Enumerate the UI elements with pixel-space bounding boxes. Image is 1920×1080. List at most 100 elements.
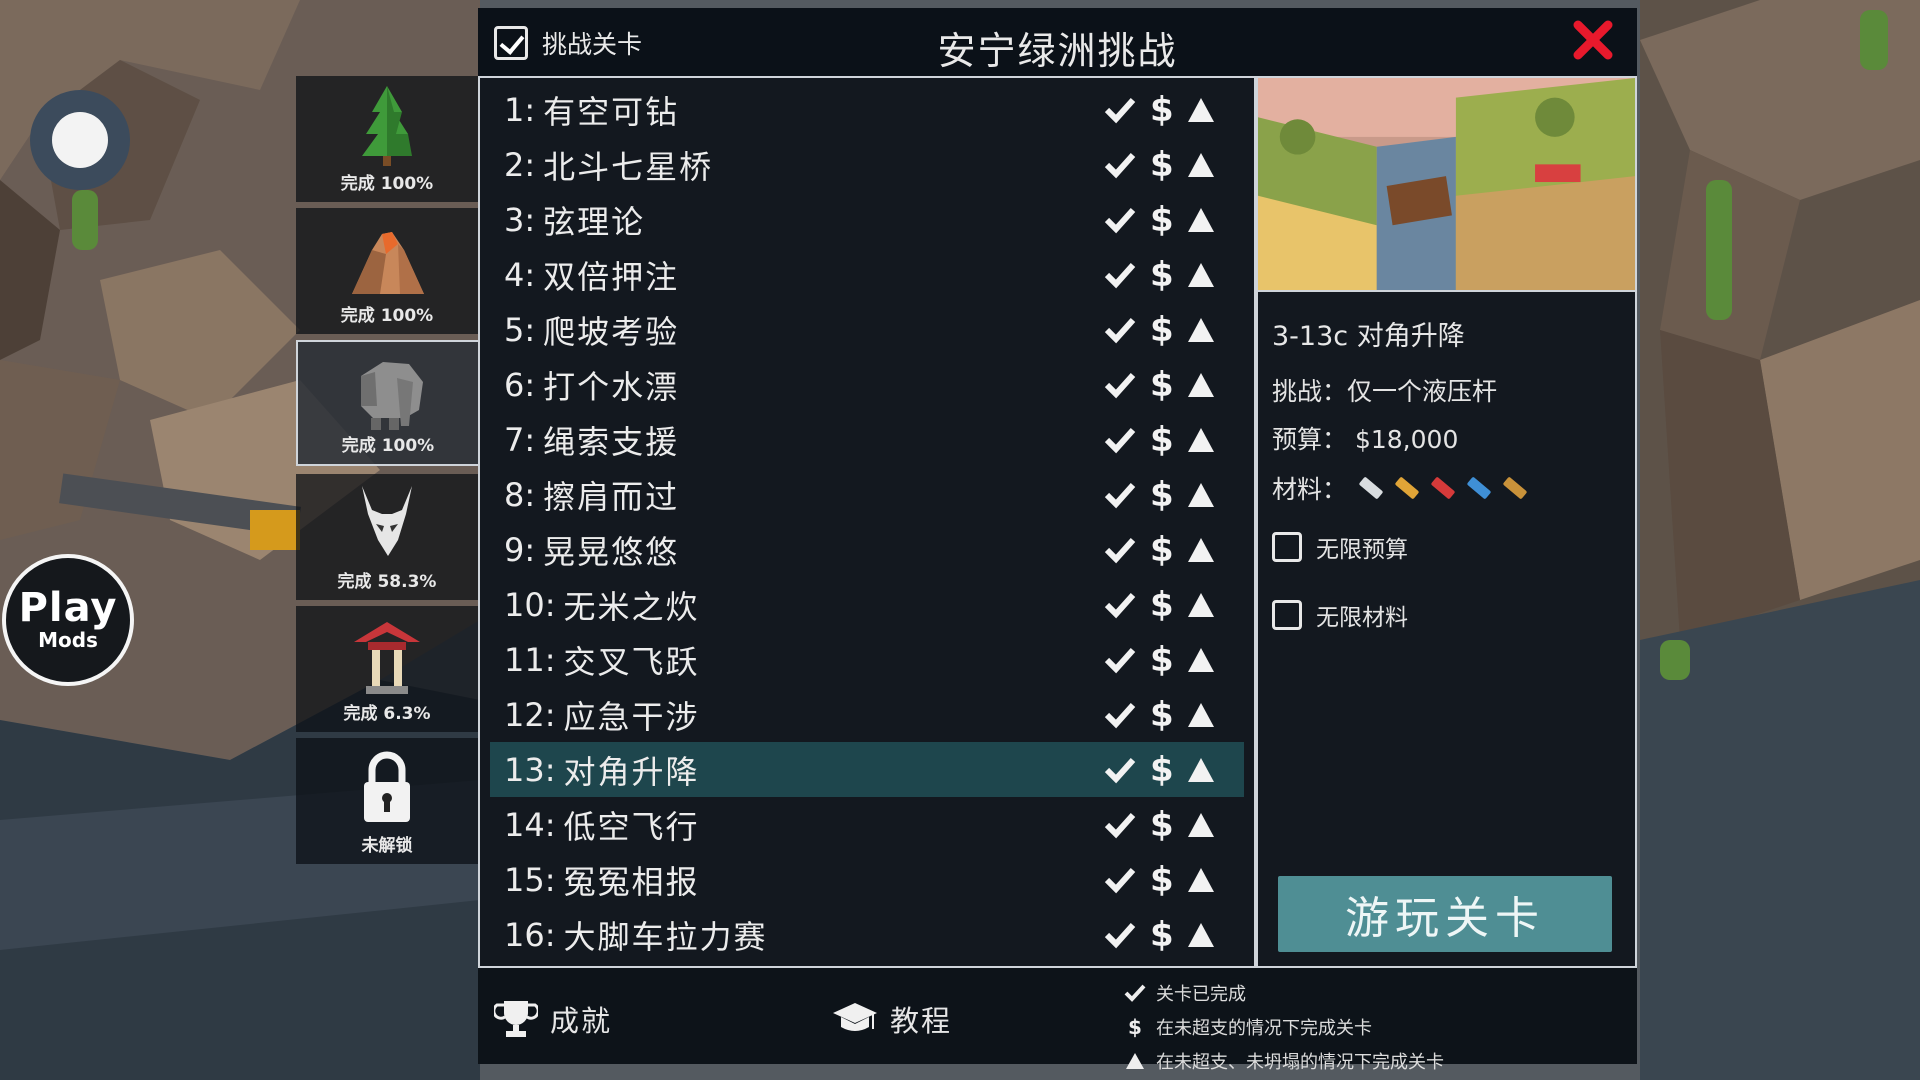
completed-check-icon xyxy=(1104,922,1136,948)
achievements-button[interactable]: 成就 xyxy=(494,998,612,1040)
under-budget-dollar-icon: $ xyxy=(1150,144,1174,185)
level-number: 8: xyxy=(504,475,536,514)
tutorial-button[interactable]: 教程 xyxy=(832,998,952,1040)
level-row[interactable]: 1: 有空可钻 $ xyxy=(490,82,1244,137)
level-row[interactable]: 13: 对角升降 $ xyxy=(490,742,1244,797)
level-row[interactable]: 14: 低空飞行 $ xyxy=(490,797,1244,852)
level-name: 擦肩而过 xyxy=(543,477,680,516)
world-tab-3[interactable]: 完成 100% xyxy=(296,340,478,466)
level-badges: $ xyxy=(1104,467,1216,522)
level-row[interactable]: 7: 绳索支援 $ xyxy=(490,412,1244,467)
unlimited-materials-option[interactable]: 无限材料 xyxy=(1272,598,1408,632)
unlimited-budget-option[interactable]: 无限预算 xyxy=(1272,530,1408,564)
budget-line: 预算： $18,000 xyxy=(1272,420,1458,456)
level-row[interactable]: 12: 应急干涉 $ xyxy=(490,687,1244,742)
trophy-icon xyxy=(494,1001,538,1037)
unlimited-materials-checkbox[interactable] xyxy=(1272,600,1302,630)
level-number: 12: xyxy=(504,695,556,734)
completed-check-icon xyxy=(1104,537,1136,563)
elephant-icon xyxy=(361,362,423,430)
level-row[interactable]: 5: 爬坡考验 $ xyxy=(490,302,1244,357)
playmods-logo-button[interactable]: Play Mods xyxy=(2,554,134,686)
completed-check-icon xyxy=(1104,647,1136,673)
playmods-logo-text: Play xyxy=(18,585,118,631)
no-collapse-triangle-icon xyxy=(1188,647,1214,672)
hud-toggle-button[interactable] xyxy=(30,90,130,190)
unlimited-budget-checkbox[interactable] xyxy=(1272,532,1302,562)
animal-skull-icon xyxy=(362,486,412,556)
level-name: 北斗七星桥 xyxy=(543,147,714,186)
under-budget-dollar-icon: $ xyxy=(1150,309,1174,350)
level-number: 2: xyxy=(504,145,536,184)
under-budget-dollar-icon: $ xyxy=(1150,89,1174,130)
selected-level-code: 3-13c xyxy=(1272,321,1349,352)
tutorial-label: 教程 xyxy=(890,1004,953,1038)
level-badges: $ xyxy=(1104,742,1216,797)
no-collapse-triangle-icon xyxy=(1188,317,1214,342)
world-tab-2[interactable]: 完成 100% xyxy=(296,208,478,334)
check-icon xyxy=(1124,984,1146,1002)
legend-row-completed: 关卡已完成 xyxy=(1124,976,1444,1010)
level-name: 无米之炊 xyxy=(563,587,700,626)
level-number: 10: xyxy=(504,585,556,624)
legend-row-no-collapse: 在未超支、未坍塌的情况下完成关卡 xyxy=(1124,1044,1444,1078)
completed-check-icon xyxy=(1104,592,1136,618)
level-number: 15: xyxy=(504,860,556,899)
unlimited-materials-label: 无限材料 xyxy=(1316,605,1408,631)
level-row[interactable]: 6: 打个水漂 $ xyxy=(490,357,1244,412)
dollar-icon: $ xyxy=(1128,1015,1142,1039)
playmods-logo-subtext: Mods xyxy=(38,628,98,652)
level-row[interactable]: 10: 无米之炊 $ xyxy=(490,577,1244,632)
completed-check-icon xyxy=(1104,427,1136,453)
completed-check-icon xyxy=(1104,207,1136,233)
challenge-levels-panel: 挑战关卡 安宁绿洲挑战 1: 有空可钻 $2: 北斗七星桥 $3: 弦理论 $4: 双倍押注 $… xyxy=(478,8,1637,1073)
level-name: 弦理论 xyxy=(543,202,646,241)
world-tab-1[interactable]: 完成 100% xyxy=(296,76,478,202)
no-collapse-triangle-icon xyxy=(1188,757,1214,782)
selected-level-name: 对角升降 xyxy=(1356,321,1465,352)
under-budget-dollar-icon: $ xyxy=(1150,749,1174,790)
close-icon[interactable] xyxy=(1571,18,1615,62)
legend-text: 关卡已完成 xyxy=(1156,984,1246,1005)
under-budget-dollar-icon: $ xyxy=(1150,254,1174,295)
no-collapse-triangle-icon xyxy=(1188,537,1214,562)
level-name: 打个水漂 xyxy=(543,367,680,406)
no-collapse-triangle-icon xyxy=(1188,867,1214,892)
level-name: 绳索支援 xyxy=(543,422,680,461)
world-progress-label: 完成 100% xyxy=(340,306,434,326)
level-badges: $ xyxy=(1104,412,1216,467)
graduation-cap-icon xyxy=(833,1003,877,1031)
world-tab-6-locked[interactable]: 未解锁 xyxy=(296,738,478,864)
level-row[interactable]: 9: 晃晃悠悠 $ xyxy=(490,522,1244,577)
legend-text: 在未超支的情况下完成关卡 xyxy=(1156,1018,1372,1039)
world-progress-label: 完成 6.3% xyxy=(343,704,431,724)
level-row[interactable]: 16: 大脚车拉力赛 $ xyxy=(490,907,1244,962)
level-badges: $ xyxy=(1104,632,1216,687)
level-row[interactable]: 3: 弦理论 $ xyxy=(490,192,1244,247)
triangle-icon xyxy=(1126,1053,1144,1069)
level-badges: $ xyxy=(1104,852,1216,907)
level-row[interactable]: 4: 双倍押注 $ xyxy=(490,247,1244,302)
play-level-button[interactable]: 游玩关卡 xyxy=(1278,876,1612,952)
under-budget-dollar-icon: $ xyxy=(1150,914,1174,955)
volcano-rock-icon xyxy=(352,232,424,294)
no-collapse-triangle-icon xyxy=(1188,372,1214,397)
level-number: 6: xyxy=(504,365,536,404)
level-row[interactable]: 8: 擦肩而过 $ xyxy=(490,467,1244,522)
completed-check-icon xyxy=(1104,372,1136,398)
under-budget-dollar-icon: $ xyxy=(1150,694,1174,735)
completed-check-icon xyxy=(1104,262,1136,288)
panel-footer: 成就 教程 关卡已完成 $ 在未超支的情况下完成关卡 在未超支、未坍塌的情况下完… xyxy=(478,968,1637,1073)
level-name: 晃晃悠悠 xyxy=(543,532,680,571)
level-row[interactable]: 11: 交叉飞跃 $ xyxy=(490,632,1244,687)
material-road-icon xyxy=(1358,476,1384,500)
level-row[interactable]: 15: 冤冤相报 $ xyxy=(490,852,1244,907)
completed-check-icon xyxy=(1104,867,1136,893)
completed-check-icon xyxy=(1104,152,1136,178)
level-row[interactable]: 2: 北斗七星桥 $ xyxy=(490,137,1244,192)
world-tab-5[interactable]: 完成 6.3% xyxy=(296,606,478,732)
under-budget-dollar-icon: $ xyxy=(1150,639,1174,680)
world-tab-4[interactable]: 完成 58.3% xyxy=(296,474,478,600)
under-budget-dollar-icon: $ xyxy=(1150,419,1174,460)
level-badges: $ xyxy=(1104,522,1216,577)
